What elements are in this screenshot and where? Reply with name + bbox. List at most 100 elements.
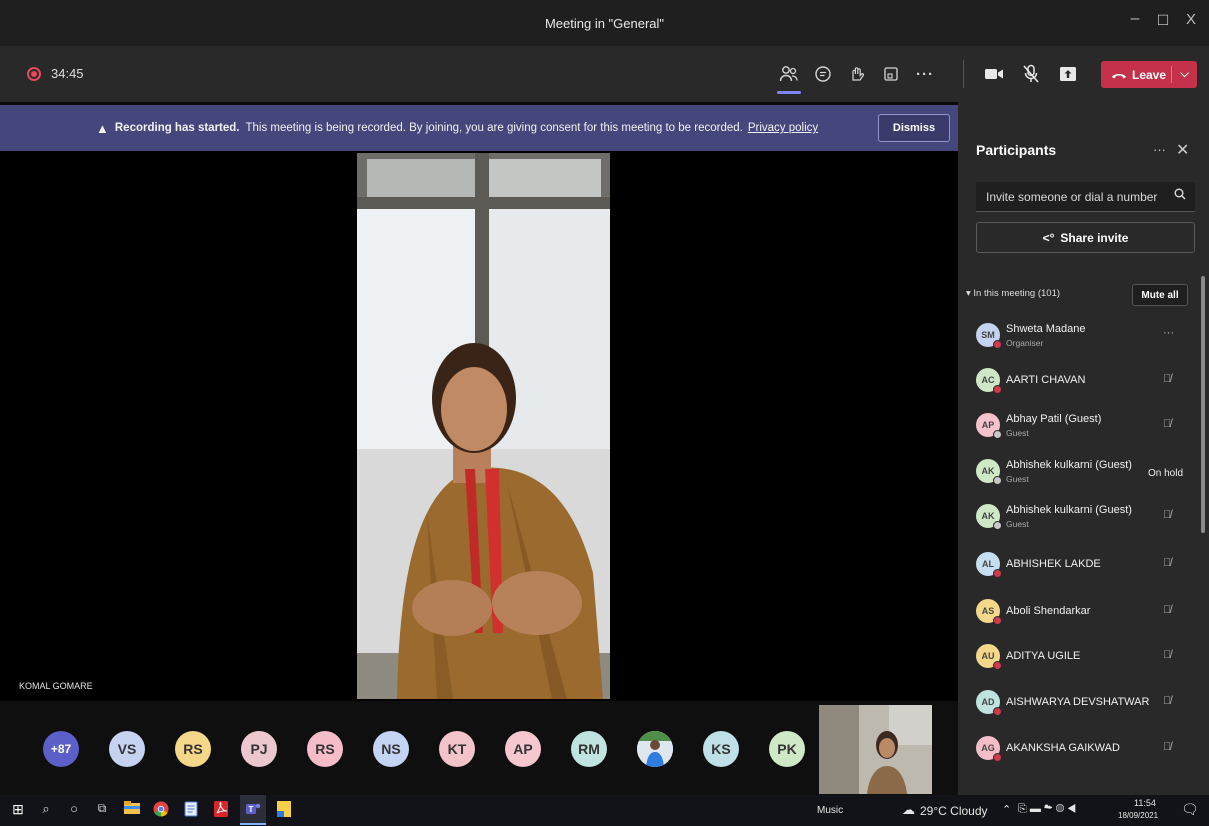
share-invite-button[interactable]: <° Share invite: [976, 222, 1195, 253]
participant-avatar[interactable]: RS: [307, 731, 343, 767]
speaker-name-label: KOMAL GOMARE: [19, 681, 93, 691]
participant-row[interactable]: SM Shweta Madane Organiser ···: [958, 315, 1198, 357]
mic-off-icon: 🎙̸: [1163, 509, 1172, 521]
self-view-video: [819, 705, 932, 794]
panel-scrollbar[interactable]: [1201, 276, 1205, 533]
speaker-video: [357, 153, 610, 699]
share-screen-icon[interactable]: [1056, 62, 1080, 86]
more-icon[interactable]: ···: [913, 62, 937, 86]
participant-row[interactable]: AK Abhishek kulkarni (Guest) Guest 🎙̸: [958, 496, 1198, 538]
rooms-icon[interactable]: [879, 62, 903, 86]
participant-name: Abhishek kulkarni (Guest): [1006, 459, 1132, 471]
toolbar-divider: [963, 60, 964, 88]
participant-name: AKANKSHA GAIKWAD: [1006, 742, 1120, 754]
search-icon[interactable]: ⌕: [36, 801, 56, 817]
participant-name: Shweta Madane: [1006, 323, 1086, 335]
invite-search-input[interactable]: [976, 182, 1195, 212]
chat-icon[interactable]: [811, 62, 835, 86]
people-icon[interactable]: [777, 62, 801, 94]
meeting-toolbar: 34:45 ··· Leave ⌵: [0, 46, 1209, 102]
mute-all-button[interactable]: Mute all: [1132, 284, 1188, 306]
participant-avatar[interactable]: PK: [769, 731, 805, 767]
task-view-icon[interactable]: ⧉: [92, 801, 112, 816]
participant-name: Aboli Shendarkar: [1006, 605, 1091, 617]
maximize-button[interactable]: ☐: [1150, 12, 1176, 29]
warning-icon: ▲: [96, 120, 109, 136]
sticky-notes-icon[interactable]: [274, 801, 294, 820]
participant-photo-avatar[interactable]: [637, 731, 673, 767]
participant-avatar: AL: [976, 552, 1002, 578]
participant-avatar: SM: [976, 323, 1002, 349]
dismiss-button[interactable]: Dismiss: [878, 114, 950, 142]
windows-start-icon[interactable]: ⊞: [8, 801, 28, 818]
chevron-down-icon[interactable]: ⌵: [1172, 68, 1197, 81]
title-bar: Meeting in "General" – ☐ X: [0, 0, 1209, 46]
clock-date[interactable]: 18/09/2021: [1118, 811, 1158, 820]
close-icon[interactable]: ✕: [1176, 140, 1189, 160]
participant-name: Abhishek kulkarni (Guest): [1006, 504, 1132, 516]
participant-avatar[interactable]: AP: [505, 731, 541, 767]
participant-avatar[interactable]: PJ: [241, 731, 277, 767]
participant-avatar[interactable]: NS: [373, 731, 409, 767]
cloud-icon[interactable]: ☁: [902, 802, 915, 818]
notifications-icon[interactable]: 🗨: [1181, 801, 1199, 818]
acrobat-icon[interactable]: [211, 801, 231, 820]
participant-avatar[interactable]: RS: [175, 731, 211, 767]
participant-row[interactable]: AL ABHISHEK LAKDE 🎙̸: [958, 544, 1198, 586]
participant-avatar: AC: [976, 368, 1002, 394]
participant-role: Guest: [1006, 519, 1029, 529]
participant-row[interactable]: AS Aboli Shendarkar 🎙̸: [958, 591, 1198, 633]
participant-row[interactable]: AG AKANKSHA GAIKWAD 🎙̸: [958, 728, 1198, 770]
mic-off-icon: 🎙̸: [1163, 695, 1172, 707]
participant-avatar[interactable]: VS: [109, 731, 145, 767]
tray-icons[interactable]: ⎘ ▬ ☁ ◍ ◀: [1018, 803, 1076, 816]
document-icon[interactable]: [181, 801, 201, 820]
mic-off-icon: 🎙̸: [1163, 373, 1172, 385]
participant-avatar[interactable]: KT: [439, 731, 475, 767]
banner-heading: Recording has started.: [114, 122, 240, 134]
participant-row[interactable]: AD AISHWARYA DEVSHATWAR 🎙̸: [958, 682, 1198, 724]
participant-row[interactable]: AU ADITYA UGILE 🎙̸: [958, 636, 1198, 678]
windows-taskbar: ⊞ ⌕ ○ ⧉ T Music ☁ 29°C Cloudy ⌃ ⎘ ▬ ☁ ◍ …: [0, 795, 1209, 826]
meeting-timer: 34:45: [51, 66, 84, 81]
privacy-policy-link[interactable]: Privacy policy: [748, 122, 818, 134]
participant-name: AARTI CHAVAN: [1006, 374, 1086, 386]
participant-avatar: AU: [976, 644, 1002, 670]
mic-off-icon[interactable]: [1019, 62, 1043, 86]
participant-row[interactable]: AK Abhishek kulkarni (Guest) Guest On ho…: [958, 451, 1198, 493]
camera-icon[interactable]: [982, 62, 1006, 86]
participant-avatar[interactable]: RM: [571, 731, 607, 767]
clock-time[interactable]: 11:54: [1134, 798, 1156, 808]
participants-panel: Participants ··· ✕ <° Share invite ▾ In …: [958, 102, 1209, 795]
participant-row[interactable]: AP Abhay Patil (Guest) Guest 🎙̸: [958, 405, 1198, 447]
more-icon[interactable]: ···: [1153, 142, 1166, 157]
chrome-icon[interactable]: [151, 801, 171, 820]
leave-button[interactable]: Leave ⌵: [1101, 61, 1197, 88]
in-meeting-section-toggle[interactable]: ▾ In this meeting (101): [966, 288, 1060, 299]
mic-off-icon: 🎙̸: [1163, 604, 1172, 616]
share-icon: <°: [1042, 230, 1055, 245]
share-invite-label: Share invite: [1060, 230, 1129, 245]
file-explorer-icon[interactable]: [122, 801, 142, 818]
participant-name: Abhay Patil (Guest): [1006, 413, 1102, 425]
participant-avatar: AS: [976, 599, 1002, 625]
music-widget[interactable]: Music: [817, 805, 843, 816]
teams-icon[interactable]: T: [240, 795, 266, 825]
chevron-up-icon[interactable]: ⌃: [1002, 803, 1011, 816]
raise-hand-icon[interactable]: [845, 62, 869, 86]
cortana-icon[interactable]: ○: [64, 801, 84, 816]
more-icon[interactable]: ···: [1163, 327, 1174, 339]
participant-role: Organiser: [1006, 338, 1044, 348]
minimize-button[interactable]: –: [1122, 10, 1148, 28]
participant-name: AISHWARYA DEVSHATWAR: [1006, 696, 1150, 708]
participant-avatar: AP: [976, 413, 1002, 439]
participant-avatar: AG: [976, 736, 1002, 762]
overflow-participants-button[interactable]: +87: [43, 731, 79, 767]
participant-row[interactable]: AC AARTI CHAVAN 🎙̸: [958, 360, 1198, 402]
weather-widget[interactable]: 29°C Cloudy: [920, 804, 988, 818]
participant-avatar[interactable]: KS: [703, 731, 739, 767]
mic-off-icon: 🎙̸: [1163, 557, 1172, 569]
recording-banner: ▲ Recording has started. This meeting is…: [0, 105, 958, 151]
search-icon[interactable]: [1174, 188, 1186, 203]
close-window-button[interactable]: X: [1178, 11, 1204, 28]
